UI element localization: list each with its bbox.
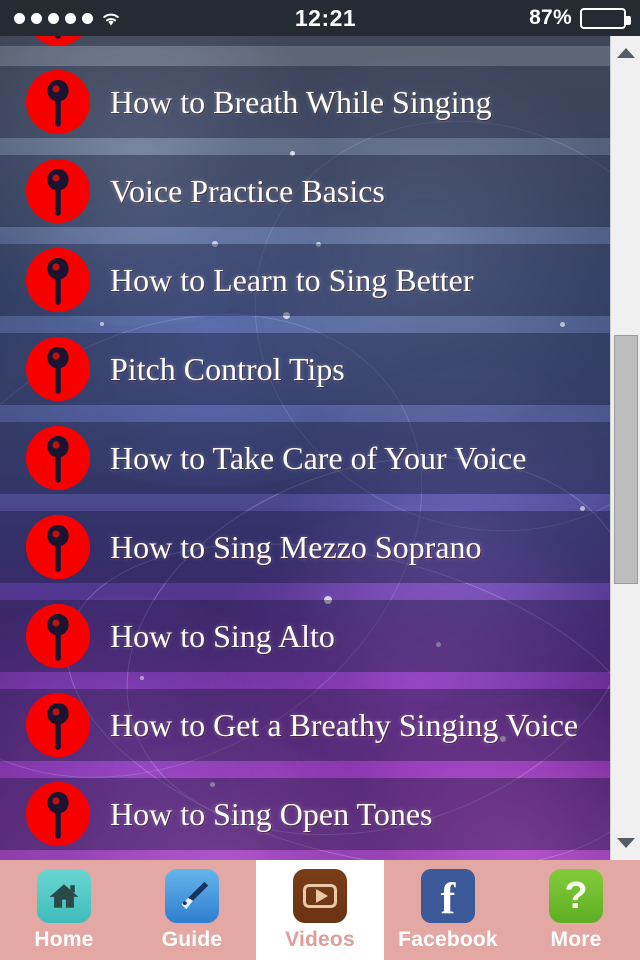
signal-strength-dots — [14, 12, 93, 24]
microphone-glyph — [26, 604, 90, 668]
list-item[interactable]: Pitch Control Tips — [0, 333, 610, 405]
microphone-icon — [26, 426, 90, 490]
facebook-f-icon: f — [421, 868, 475, 923]
list-item-label: How to Sing Open Tones — [110, 796, 433, 832]
video-list[interactable]: How to Breath While Singing Voice Practic… — [0, 36, 610, 860]
list-item-label: How to Sing Alto — [110, 618, 335, 654]
clock-time: 12:21 — [294, 4, 357, 31]
list-item[interactable]: How to Sing Open Tones — [0, 778, 610, 850]
microphone-glyph — [26, 70, 90, 134]
tab-label: Guide — [161, 927, 223, 951]
list-item[interactable]: How to Get a Breathy Singing Voice — [0, 689, 610, 761]
bottom-tab-bar[interactable]: Home Guide Videos f Facebook? More — [0, 860, 640, 960]
chevron-down-icon — [617, 838, 635, 848]
content-area: How to Breath While Singing Voice Practic… — [0, 36, 640, 860]
list-item[interactable]: How to Sing Mezzo Soprano — [0, 511, 610, 583]
microphone-icon — [26, 248, 90, 312]
status-bar-left — [14, 10, 122, 27]
video-frame-glyph — [303, 883, 337, 908]
microphone-icon — [26, 70, 90, 134]
microphone-glyph — [26, 426, 90, 490]
battery-icon — [580, 7, 631, 29]
tab-facebook[interactable]: f Facebook — [384, 860, 512, 960]
status-bar: 12:21 87% — [0, 0, 640, 36]
list-item-label: Pitch Control Tips — [110, 351, 345, 387]
signal-dot — [65, 12, 76, 24]
microphone-glyph — [34, 36, 82, 46]
microphone-icon — [26, 515, 90, 579]
list-item[interactable]: Voice Practice Basics — [0, 155, 610, 227]
scroll-up-button[interactable] — [611, 36, 640, 70]
list-item-partial[interactable] — [0, 36, 610, 46]
microphone-glyph — [26, 782, 90, 846]
question-mark-icon: ? — [549, 868, 603, 923]
video-play-icon — [293, 868, 347, 923]
microphone-glyph — [26, 337, 90, 401]
scroll-down-button[interactable] — [611, 826, 640, 860]
list-item[interactable]: How to Breath While Singing — [0, 66, 610, 138]
microphone-glyph — [26, 248, 90, 312]
list-item-label: How to Sing Mezzo Soprano — [110, 529, 482, 565]
microphone-icon — [26, 782, 90, 846]
signal-dot — [82, 12, 93, 24]
list-item-label: How to Get a Breathy Singing Voice — [110, 707, 579, 743]
tab-more[interactable]: ? More — [512, 860, 640, 960]
list-item-label: How to Take Care of Your Voice — [110, 440, 527, 476]
tab-label: Facebook — [398, 927, 498, 951]
list-item-label: Voice Practice Basics — [110, 173, 385, 209]
microphone-glyph — [26, 515, 90, 579]
list-item[interactable]: How to Take Care of Your Voice — [0, 422, 610, 494]
scrollbar-thumb[interactable] — [614, 335, 638, 584]
facebook-f-glyph: f — [440, 873, 456, 923]
list-item[interactable]: How to Learn to Sing Better — [0, 244, 610, 316]
signal-dot — [48, 12, 59, 24]
microphone-icon — [26, 604, 90, 668]
microphone-glyph — [26, 693, 90, 757]
pen-nib-icon — [165, 868, 219, 923]
tab-label: More — [550, 927, 602, 951]
tab-label: Videos — [285, 927, 355, 951]
tab-home[interactable]: Home — [0, 860, 128, 960]
house-glyph — [49, 883, 79, 908]
microphone-glyph — [26, 159, 90, 223]
status-bar-center: 12:21 — [122, 5, 529, 32]
signal-dot — [14, 12, 25, 24]
tab-label: Home — [34, 927, 94, 951]
microphone-icon — [26, 693, 90, 757]
microphone-icon — [26, 159, 90, 223]
microphone-icon — [26, 36, 90, 46]
scrollbar[interactable] — [610, 36, 640, 860]
question-mark-glyph: ? — [564, 874, 588, 917]
list-item-label: How to Breath While Singing — [110, 84, 492, 120]
list-item-label: How to Learn to Sing Better — [110, 262, 474, 298]
tab-videos[interactable]: Videos — [256, 860, 384, 960]
wifi-icon — [103, 13, 119, 25]
tab-guide[interactable]: Guide — [128, 860, 256, 960]
signal-dot — [31, 12, 42, 24]
house-icon — [37, 868, 91, 923]
list-item[interactable]: How to Sing Alto — [0, 600, 610, 672]
battery-percent-label: 87% — [529, 6, 572, 29]
microphone-icon — [26, 337, 90, 401]
play-triangle-glyph — [315, 888, 328, 903]
app-screen: 12:21 87% How to Breath While Singing Vo… — [0, 0, 640, 960]
status-bar-right: 87% — [529, 6, 631, 30]
pen-nib-glyph — [181, 881, 209, 909]
chevron-up-icon — [617, 48, 635, 58]
